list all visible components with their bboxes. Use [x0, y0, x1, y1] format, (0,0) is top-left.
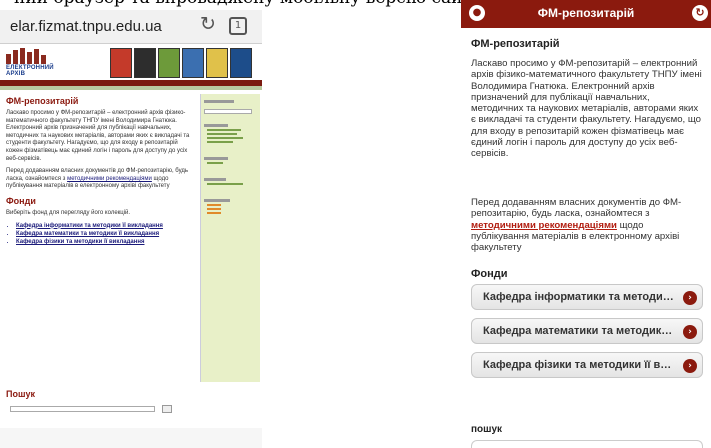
banner-books-image [110, 48, 252, 78]
reload-icon[interactable]: ↻ [200, 13, 216, 35]
funds-intro: Виберіть фонд для перегляду його колекці… [6, 209, 131, 216]
fund-button[interactable]: Кафедра фізики та методики її в… › [471, 352, 703, 378]
search-heading: пошук [471, 424, 503, 435]
funds-list: Кафедра інформатики та методики її викла… [16, 223, 194, 247]
search-input[interactable] [10, 406, 155, 412]
intro-text: Ласкаво просимо у ФМ-репозитарій – елект… [471, 58, 702, 160]
search-button[interactable] [162, 405, 172, 413]
fund-button[interactable]: Кафедра інформатики та методи… › [471, 284, 703, 310]
guidelines-text: Перед додаванням власних документів до Ф… [471, 197, 682, 254]
fund-link[interactable]: Кафедра інформатики та методики її викла… [16, 223, 194, 230]
fund-button[interactable]: Кафедра математики та методик… › [471, 318, 703, 344]
fund-link[interactable]: Кафедра фізики та методики її викладання [16, 239, 194, 246]
fund-button-label: Кафедра математики та методик… [483, 325, 673, 337]
intro-text: Ласкаво просимо у ФМ-репозитарій – елект… [6, 110, 190, 162]
mobile-header: ● ФМ-репозитарій ↻ [461, 0, 711, 28]
tabs-icon[interactable]: 1 [229, 17, 247, 35]
fund-link[interactable]: Кафедра математики та методики її виклад… [16, 231, 194, 238]
address-url[interactable]: elar.fizmat.tnpu.edu.ua [10, 18, 162, 35]
banner-divider-green [0, 86, 262, 90]
site-banner: ЕЛЕКТРОННИЙ АРХІВ [0, 46, 262, 80]
page-title: ФМ-репозитарій [471, 38, 560, 50]
refresh-icon[interactable]: ↻ [692, 5, 708, 21]
archive-logo[interactable]: ЕЛЕКТРОННИЙ АРХІВ [6, 48, 72, 78]
search-heading: Пошук [6, 389, 35, 399]
funds-heading: Фонди [6, 195, 36, 206]
desktop-sidebar [200, 94, 260, 382]
guidelines-link[interactable]: методичними рекомендаціями [67, 176, 152, 182]
mobile-site-screenshot: ● ФМ-репозитарій ↻ ФМ-репозитарій Ласкав… [461, 0, 711, 448]
page-title: ФМ-репозитарій [6, 96, 79, 106]
bottom-strip [0, 428, 262, 448]
search-input[interactable] [471, 440, 703, 448]
logo-text: ЕЛЕКТРОННИЙ АРХІВ [6, 65, 54, 77]
desktop-main-content: ФМ-репозитарій Ласкаво просимо у ФМ-репо… [4, 93, 194, 385]
fund-button-label: Кафедра інформатики та методи… [483, 291, 674, 303]
chevron-right-icon: › [683, 291, 697, 305]
header-title: ФМ-репозитарій [537, 6, 635, 20]
funds-heading: Фонди [471, 268, 508, 280]
guidelines-link[interactable]: методичними рекомендаціями [471, 220, 617, 231]
chevron-right-icon: › [683, 325, 697, 339]
browser-address-bar[interactable]: elar.fizmat.tnpu.edu.ua ↻ 1 [0, 10, 262, 44]
guidelines-text: Перед додаванням власних документів до Ф… [6, 168, 189, 190]
desktop-site-screenshot: elar.fizmat.tnpu.edu.ua ↻ 1 ЕЛЕКТРОННИЙ … [0, 0, 262, 448]
fund-button-label: Кафедра фізики та методики її в… [483, 359, 672, 371]
chevron-right-icon: › [683, 359, 697, 373]
